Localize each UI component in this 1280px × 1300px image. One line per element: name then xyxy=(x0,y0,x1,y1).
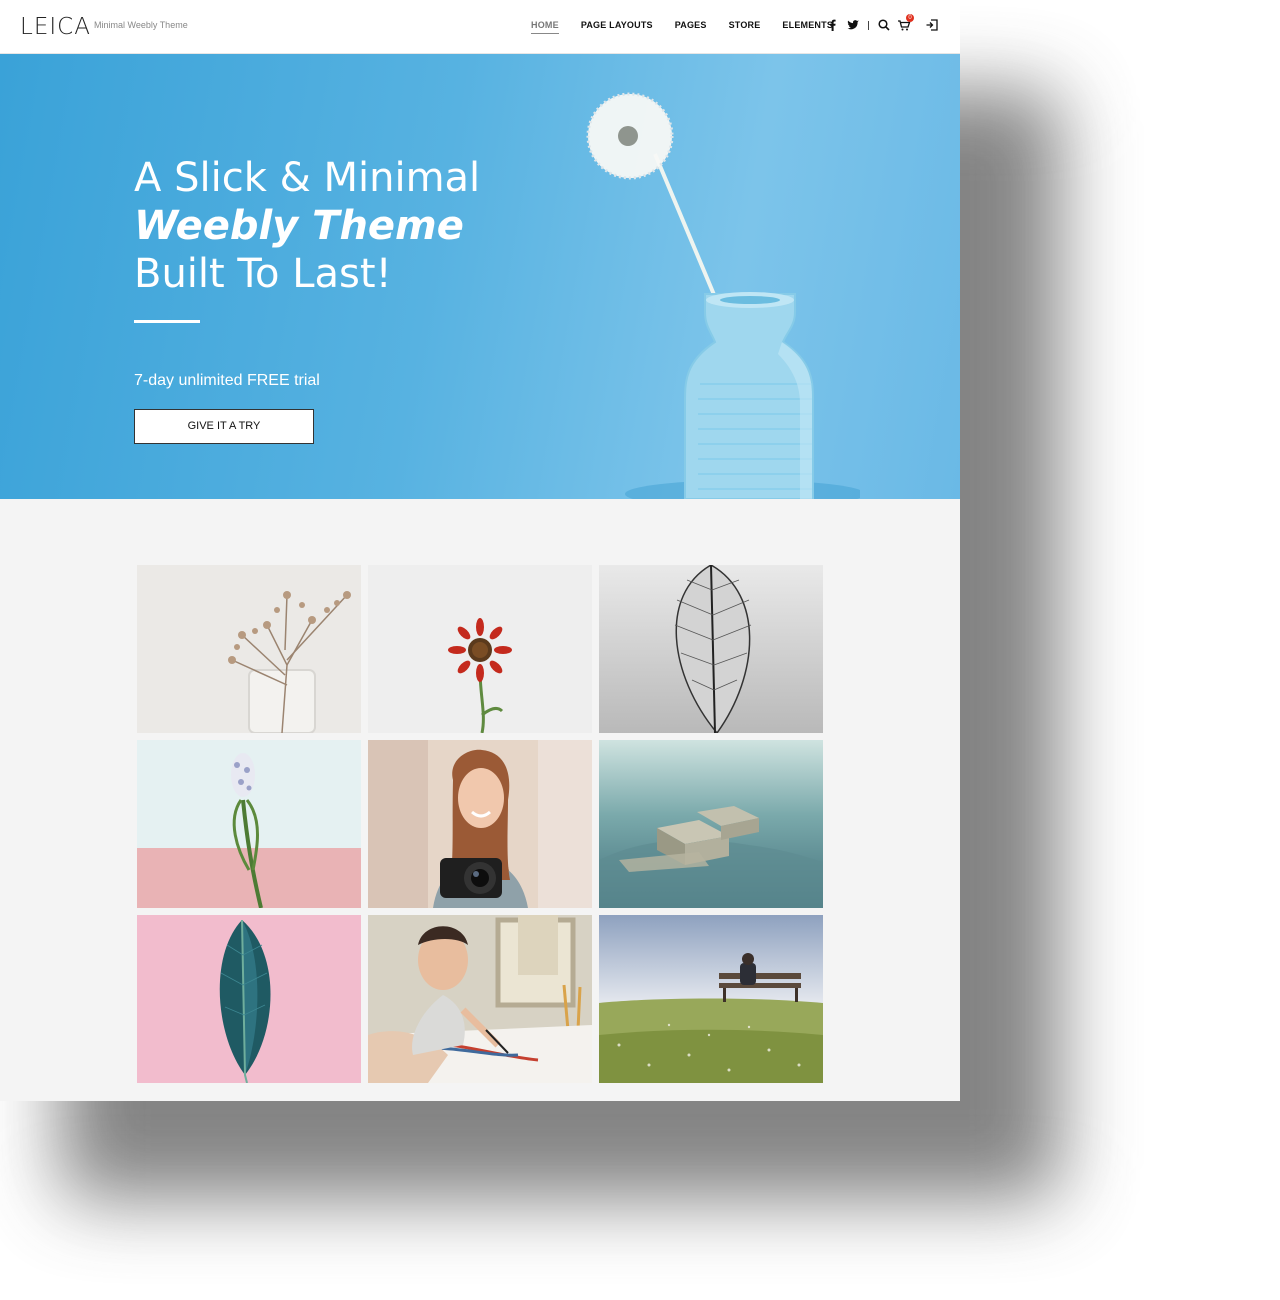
skeleton-leaf-image xyxy=(599,565,823,733)
woman-with-camera-image xyxy=(368,740,592,908)
login-icon[interactable] xyxy=(925,18,939,32)
hero-title: A Slick & Minimal Weebly Theme Built To … xyxy=(134,154,480,298)
header-icons: 0 xyxy=(826,14,945,32)
nav-page-layouts[interactable]: PAGE LAYOUTS xyxy=(581,20,653,34)
main-nav: HOME PAGE LAYOUTS PAGES STORE ELEMENTS xyxy=(531,20,855,34)
gallery-tile-dried-flowers[interactable] xyxy=(137,565,361,733)
hero-divider xyxy=(134,320,200,323)
hero-title-line2: Weebly Theme xyxy=(134,203,464,249)
hero-subtitle: 7-day unlimited FREE trial xyxy=(134,372,320,389)
cart-count-badge: 0 xyxy=(906,14,914,22)
nav-home[interactable]: HOME xyxy=(531,20,559,34)
nav-pages[interactable]: PAGES xyxy=(675,20,707,34)
teal-leaf-pink-image xyxy=(137,915,361,1083)
dandelion-vase-image xyxy=(586,92,860,499)
site-tagline: Minimal Weebly Theme xyxy=(94,20,188,30)
twitter-icon[interactable] xyxy=(846,18,860,32)
gallery-tile-man-painting[interactable] xyxy=(368,915,592,1083)
hero-title-line3: Built To Last! xyxy=(134,251,392,297)
page-canvas: LEICA Minimal Weebly Theme HOME PAGE LAY… xyxy=(0,0,960,1101)
man-painting-image xyxy=(368,915,592,1083)
hero-banner: A Slick & Minimal Weebly Theme Built To … xyxy=(0,54,960,499)
site-logo[interactable]: LEICA xyxy=(20,14,91,40)
cart-button[interactable]: 0 xyxy=(897,14,917,32)
give-it-a-try-button[interactable]: GIVE IT A TRY xyxy=(134,409,314,444)
gallery-tile-skeleton-leaf[interactable] xyxy=(599,565,823,733)
dried-flowers-jar-image xyxy=(137,565,361,733)
rocks-on-shore-image xyxy=(599,740,823,908)
hero-title-line1: A Slick & Minimal xyxy=(134,155,481,201)
image-gallery xyxy=(137,565,823,1083)
search-icon[interactable] xyxy=(877,18,891,32)
gallery-tile-rocks-shore[interactable] xyxy=(599,740,823,908)
facebook-icon[interactable] xyxy=(826,18,840,32)
hyacinth-flower-image xyxy=(137,740,361,908)
gallery-tile-red-flower[interactable] xyxy=(368,565,592,733)
red-flower-image xyxy=(368,565,592,733)
gallery-tile-woman-camera[interactable] xyxy=(368,740,592,908)
man-on-bench-image xyxy=(599,915,823,1083)
gallery-tile-hyacinth[interactable] xyxy=(137,740,361,908)
nav-store[interactable]: STORE xyxy=(729,20,761,34)
gallery-tile-teal-leaf[interactable] xyxy=(137,915,361,1083)
icon-separator xyxy=(868,20,869,30)
gallery-tile-man-bench[interactable] xyxy=(599,915,823,1083)
site-header: LEICA Minimal Weebly Theme HOME PAGE LAY… xyxy=(0,0,960,54)
